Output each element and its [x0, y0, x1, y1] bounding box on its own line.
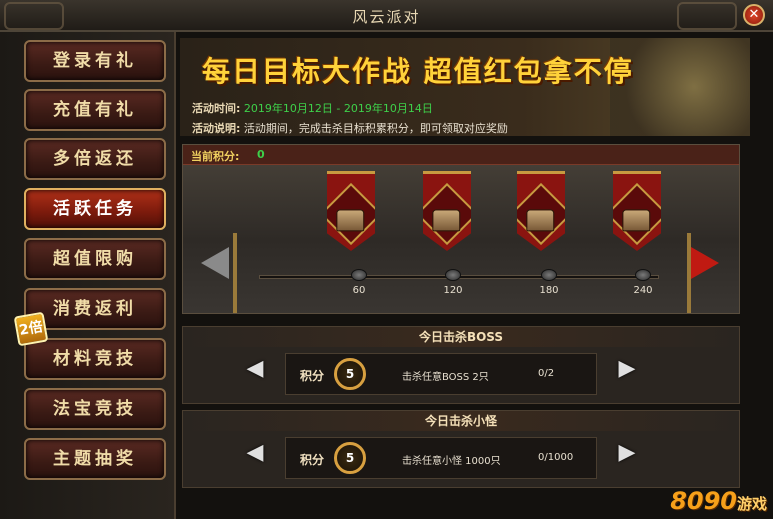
current-score-bar: 当前积分: 0: [183, 145, 739, 165]
treasure-chest-icon: [622, 209, 651, 232]
treasure-chest-icon: [526, 209, 555, 232]
event-time-value: 2019年10月12日 - 2019年10月14日: [243, 102, 433, 115]
watermark-brand: 8090: [670, 487, 737, 515]
task-section-boss: 今日击杀BOSS ◀ 积分 5 击杀任意BOSS 2只 0/2 ▶: [182, 326, 740, 404]
task-description: 击杀任意BOSS 2只: [402, 372, 489, 383]
watermark-suffix: 游戏: [736, 495, 767, 513]
double-badge: 2倍: [13, 311, 49, 347]
close-icon: ✕: [748, 7, 760, 22]
sidebar-item-recharge-gift[interactable]: 充值有礼: [24, 89, 166, 131]
task-score-label: 积分: [300, 369, 325, 383]
event-desc-label: 活动说明:: [192, 122, 241, 135]
milestone-node: [351, 269, 367, 281]
close-button[interactable]: ✕: [743, 4, 765, 26]
task-points-badge: 5: [334, 442, 366, 474]
event-banner: 每日目标大作战 超值红包拿不停 活动时间: 2019年10月12日 - 2019…: [180, 38, 750, 136]
task-section-minion: 今日击杀小怪 ◀ 积分 5 击杀任意小怪 1000只 0/1000 ▶: [182, 410, 740, 488]
reward-progress-panel: 当前积分: 0 60 120 180 240: [182, 144, 740, 314]
sidebar-item-active-tasks[interactable]: 活跃任务: [24, 188, 166, 230]
sidebar-item-treasure-contest[interactable]: 法宝竞技: [24, 388, 166, 430]
prev-arrow-button[interactable]: ◀: [239, 441, 271, 467]
milestone-label: 240: [633, 285, 653, 296]
task-row: 积分 5 击杀任意BOSS 2只 0/2: [285, 353, 597, 395]
milestone-label: 180: [539, 285, 559, 296]
task-progress: 0/2: [538, 368, 555, 379]
event-time-row: 活动时间: 2019年10月12日 - 2019年10月14日: [192, 100, 433, 116]
flag-pole-left: [233, 233, 237, 313]
title-bar: 风云派对 ✕: [0, 0, 773, 32]
milestone-node: [635, 269, 651, 281]
event-desc-row: 活动说明: 活动期间，完成击杀目标积累积分，即可领取对应奖励: [192, 120, 508, 136]
task-row: 积分 5 击杀任意小怪 1000只 0/1000: [285, 437, 597, 479]
window-title: 风云派对: [352, 8, 421, 26]
task-progress: 0/1000: [538, 452, 574, 463]
task-title: 今日击杀BOSS: [183, 327, 739, 347]
sidebar-item-limited-sale[interactable]: 超值限购: [24, 238, 166, 280]
event-time-label: 活动时间:: [192, 102, 241, 115]
current-score-value: 0: [257, 148, 265, 161]
sidebar-item-theme-lottery[interactable]: 主题抽奖: [24, 438, 166, 480]
pennant-left-icon: [201, 247, 229, 279]
treasure-chest-icon: [336, 209, 365, 232]
banner-headline: 每日目标大作战 超值红包拿不停: [202, 55, 634, 88]
sidebar-item-login-gift[interactable]: 登录有礼: [24, 40, 166, 82]
activity-window: 风云派对 ✕ 登录有礼 充值有礼 多倍返还 活跃任务 超值限购 消费返利 材料竞…: [0, 0, 773, 519]
pennant-right-icon: [691, 247, 719, 279]
task-title: 今日击杀小怪: [183, 411, 739, 431]
sidebar: 登录有礼 充值有礼 多倍返还 活跃任务 超值限购 消费返利 材料竞技 法宝竞技 …: [0, 32, 176, 519]
current-score-label: 当前积分:: [191, 150, 240, 163]
prev-arrow-button[interactable]: ◀: [239, 357, 271, 383]
next-arrow-button[interactable]: ▶: [611, 357, 643, 383]
milestone-label: 60: [352, 285, 366, 296]
sidebar-item-material-contest[interactable]: 材料竞技: [24, 338, 166, 380]
next-arrow-button[interactable]: ▶: [611, 441, 643, 467]
site-watermark-logo: 8090游戏: [670, 487, 767, 515]
event-desc-value: 活动期间，完成击杀目标积累积分，即可领取对应奖励: [243, 122, 508, 135]
sidebar-item-multi-rebate[interactable]: 多倍返还: [24, 138, 166, 180]
milestone-node: [445, 269, 461, 281]
task-points-badge: 5: [334, 358, 366, 390]
task-description: 击杀任意小怪 1000只: [402, 456, 501, 467]
milestone-node: [541, 269, 557, 281]
task-score-label: 积分: [300, 453, 325, 467]
milestone-label: 120: [443, 285, 463, 296]
treasure-chest-icon: [432, 209, 461, 232]
